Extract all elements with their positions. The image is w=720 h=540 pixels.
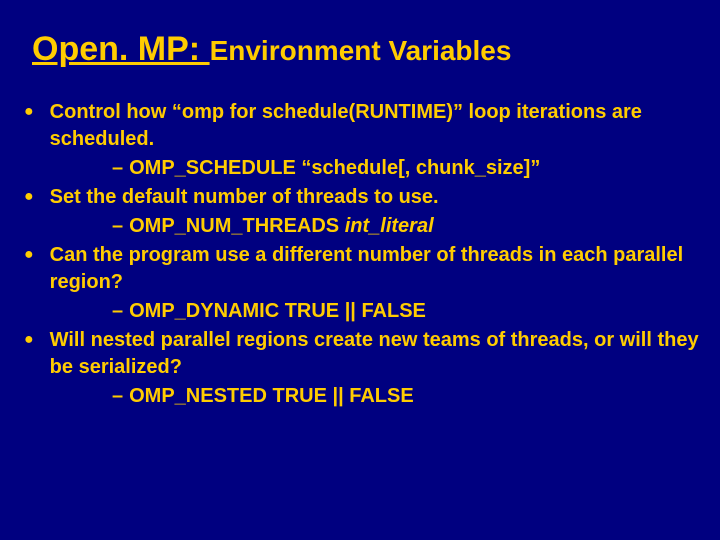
sub-text: OMP_SCHEDULE “schedule[, chunk_size]” [129, 155, 540, 182]
list-item: ● Will nested parallel regions create ne… [24, 327, 700, 381]
title-main: Open. MP: [32, 30, 210, 68]
bullet-icon: ● [24, 242, 34, 268]
sub-list-item: – OMP_SCHEDULE “schedule[, chunk_size]” [112, 155, 700, 182]
bullet-text: Set the default number of threads to use… [50, 184, 439, 211]
dash-icon: – [112, 383, 123, 410]
list-item: ● Control how “omp for schedule(RUNTIME)… [24, 99, 700, 153]
sub-text: OMP_NESTED TRUE || FALSE [129, 383, 414, 410]
dash-icon: – [112, 155, 123, 182]
bullet-icon: ● [24, 327, 34, 353]
dash-icon: – [112, 298, 123, 325]
bullet-icon: ● [24, 99, 34, 125]
bullet-text: Will nested parallel regions create new … [50, 327, 700, 381]
bullet-icon: ● [24, 184, 34, 210]
sub-text: OMP_NUM_THREADS int_literal [129, 213, 434, 240]
sub-list-item: – OMP_NUM_THREADS int_literal [112, 213, 700, 240]
slide-content: ● Control how “omp for schedule(RUNTIME)… [20, 99, 700, 410]
sub-list-item: – OMP_NESTED TRUE || FALSE [112, 383, 700, 410]
bullet-text: Can the program use a different number o… [50, 242, 700, 296]
sub-text: OMP_DYNAMIC TRUE || FALSE [129, 298, 426, 325]
sub-list-item: – OMP_DYNAMIC TRUE || FALSE [112, 298, 700, 325]
title-sub: Environment Variables [210, 35, 512, 66]
slide-title: Open. MP: Environment Variables [32, 30, 700, 69]
list-item: ● Can the program use a different number… [24, 242, 700, 296]
list-item: ● Set the default number of threads to u… [24, 184, 700, 211]
bullet-text: Control how “omp for schedule(RUNTIME)” … [50, 99, 700, 153]
dash-icon: – [112, 213, 123, 240]
